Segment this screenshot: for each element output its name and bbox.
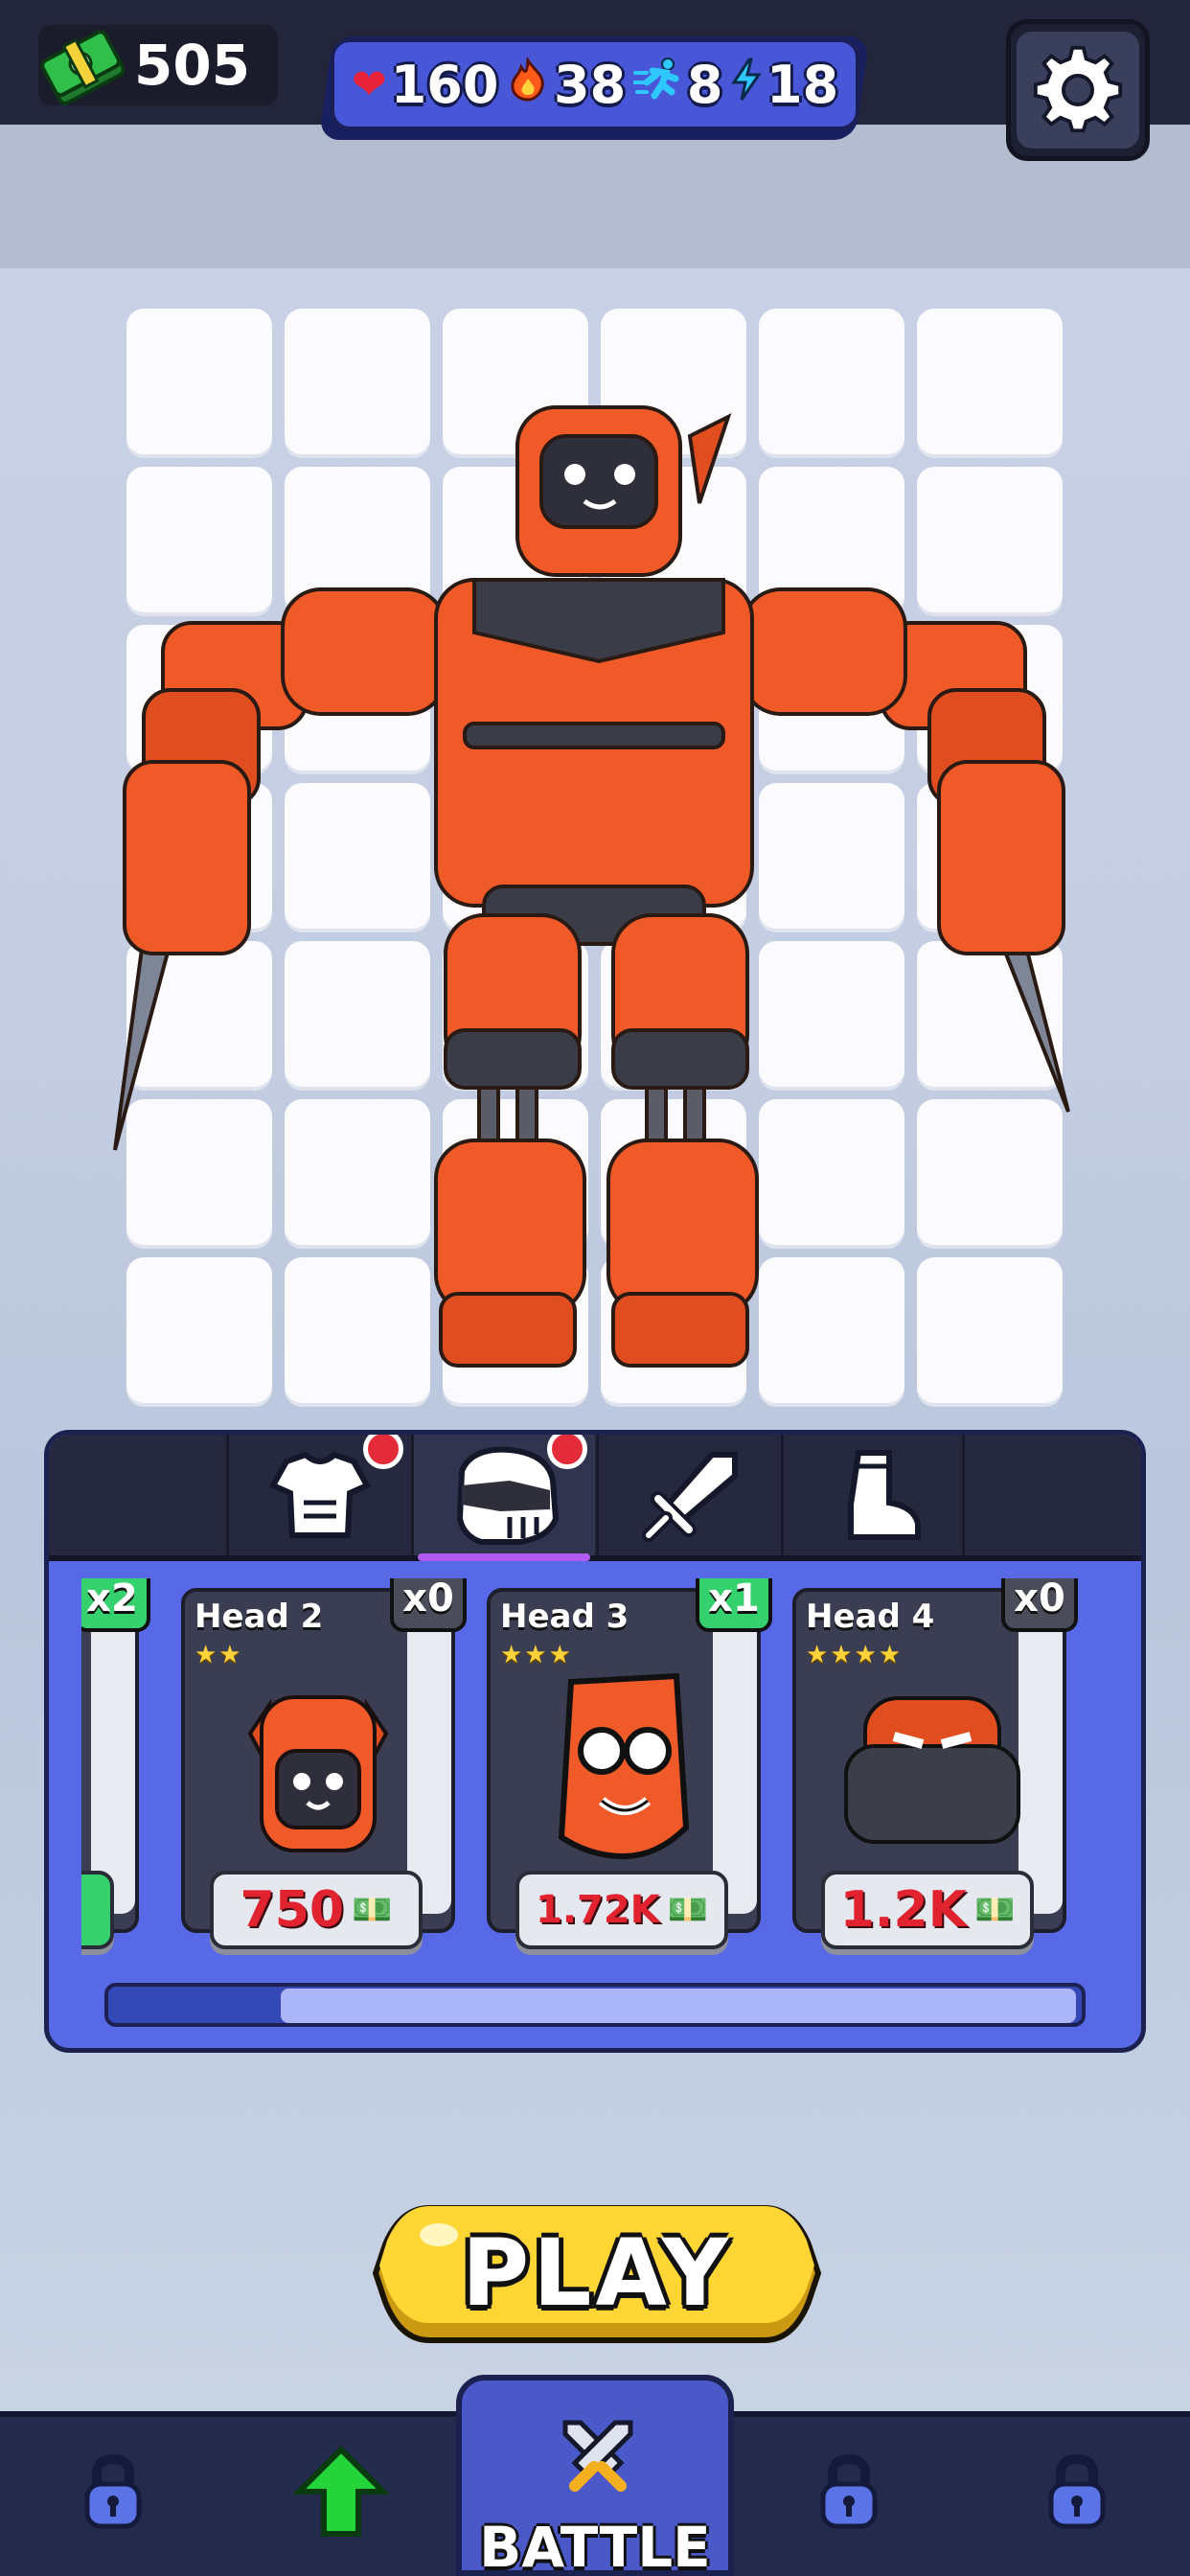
boot-icon	[848, 1450, 921, 1540]
item-quantity-badge: x2	[81, 1578, 150, 1632]
helmet-notification-dot	[547, 1435, 587, 1469]
stat-speed: 8	[630, 54, 723, 115]
head-4-preview	[844, 1696, 1020, 1844]
sword-icon	[641, 1452, 738, 1542]
heart-icon: ❤	[351, 59, 387, 109]
cash-stack-icon	[38, 25, 126, 105]
head-3-preview	[558, 1672, 690, 1860]
stat-health: ❤ 160	[352, 55, 499, 115]
inventory-panel: x2 Head 2 ★★ x0 750 💵 Head 3 ★★★ x1 1.72…	[44, 1430, 1146, 2053]
battle-label: BATTLE	[479, 2515, 711, 2576]
cash-icon: 💵	[667, 1891, 709, 1929]
item-buy-button[interactable]: 1.72K 💵	[515, 1871, 728, 1949]
head-2-preview	[247, 1695, 389, 1852]
tab-weapon[interactable]	[596, 1435, 780, 1555]
nav-locked-2[interactable]	[791, 2434, 906, 2549]
runner-icon	[630, 57, 683, 112]
lock-icon	[820, 2453, 878, 2529]
stat-health-value: 160	[390, 54, 499, 115]
gear-icon	[1033, 45, 1123, 133]
stat-energy-value: 18	[767, 54, 839, 115]
item-cards: x2 Head 2 ★★ x0 750 💵 Head 3 ★★★ x1 1.72…	[81, 1578, 1116, 1962]
active-tab-indicator	[418, 1553, 590, 1561]
currency-display: 505	[38, 25, 278, 105]
helmet-icon	[456, 1446, 559, 1545]
item-card[interactable]: Head 2 ★★ x0 750 💵	[181, 1578, 467, 1949]
item-title: Head 3	[500, 1598, 629, 1636]
item-price: 1.2K	[839, 1881, 968, 1939]
lock-icon	[1048, 2453, 1106, 2529]
item-buy-button[interactable]: 1.2K 💵	[821, 1871, 1034, 1949]
cards-scrollbar-thumb[interactable]	[281, 1989, 1076, 2023]
stat-speed-value: 8	[686, 54, 723, 115]
nav-upgrade[interactable]	[284, 2434, 399, 2549]
cash-icon: 💵	[974, 1891, 1016, 1929]
fire-icon	[506, 55, 550, 112]
nav-locked-3[interactable]	[1019, 2434, 1134, 2549]
item-card[interactable]: x2	[81, 1578, 150, 1949]
nav-battle[interactable]: BATTLE	[456, 2375, 734, 2576]
card-highlight	[407, 1588, 451, 1914]
play-button[interactable]: PLAY	[372, 2196, 822, 2350]
robot-character	[113, 405, 1070, 1368]
armor-icon	[268, 1451, 371, 1538]
stat-attack: 38	[506, 55, 626, 115]
card-highlight	[91, 1588, 135, 1914]
settings-button-face	[1017, 32, 1139, 149]
item-title: Head 4	[806, 1598, 935, 1636]
item-price: 750	[240, 1881, 345, 1939]
currency-amount: 505	[134, 33, 251, 98]
upgrade-arrow-icon	[293, 2445, 389, 2537]
lock-icon	[84, 2453, 142, 2529]
item-card[interactable]: Head 3 ★★★ x1 1.72K 💵	[487, 1578, 772, 1949]
item-stars: ★★	[195, 1641, 243, 1669]
stat-energy: 18	[730, 55, 838, 115]
settings-button[interactable]	[1006, 19, 1150, 161]
item-title: Head 2	[195, 1598, 324, 1636]
lightning-icon	[730, 58, 763, 112]
item-stars: ★★★★	[806, 1641, 904, 1669]
item-quantity-badge: x0	[1001, 1578, 1078, 1632]
item-quantity-badge: x1	[696, 1578, 772, 1632]
item-card[interactable]: Head 4 ★★★★ x0 1.2K 💵	[792, 1578, 1078, 1949]
item-equip-button[interactable]	[81, 1871, 114, 1949]
stats-panel: ❤ 160 38 8 18	[331, 38, 859, 130]
tab-boots[interactable]	[781, 1435, 965, 1555]
battle-swords-icon	[562, 2420, 633, 2492]
nav-locked-1[interactable]	[56, 2434, 171, 2549]
category-tabs	[49, 1435, 1141, 1561]
armor-notification-dot	[363, 1435, 403, 1469]
item-quantity-badge: x0	[390, 1578, 467, 1632]
play-button-label: PLAY	[461, 2220, 733, 2327]
item-buy-button[interactable]: 750 💵	[210, 1871, 423, 1949]
stat-attack-value: 38	[554, 54, 627, 115]
card-highlight	[713, 1588, 757, 1914]
cash-icon: 💵	[352, 1891, 393, 1929]
item-price: 1.72K	[535, 1888, 660, 1932]
